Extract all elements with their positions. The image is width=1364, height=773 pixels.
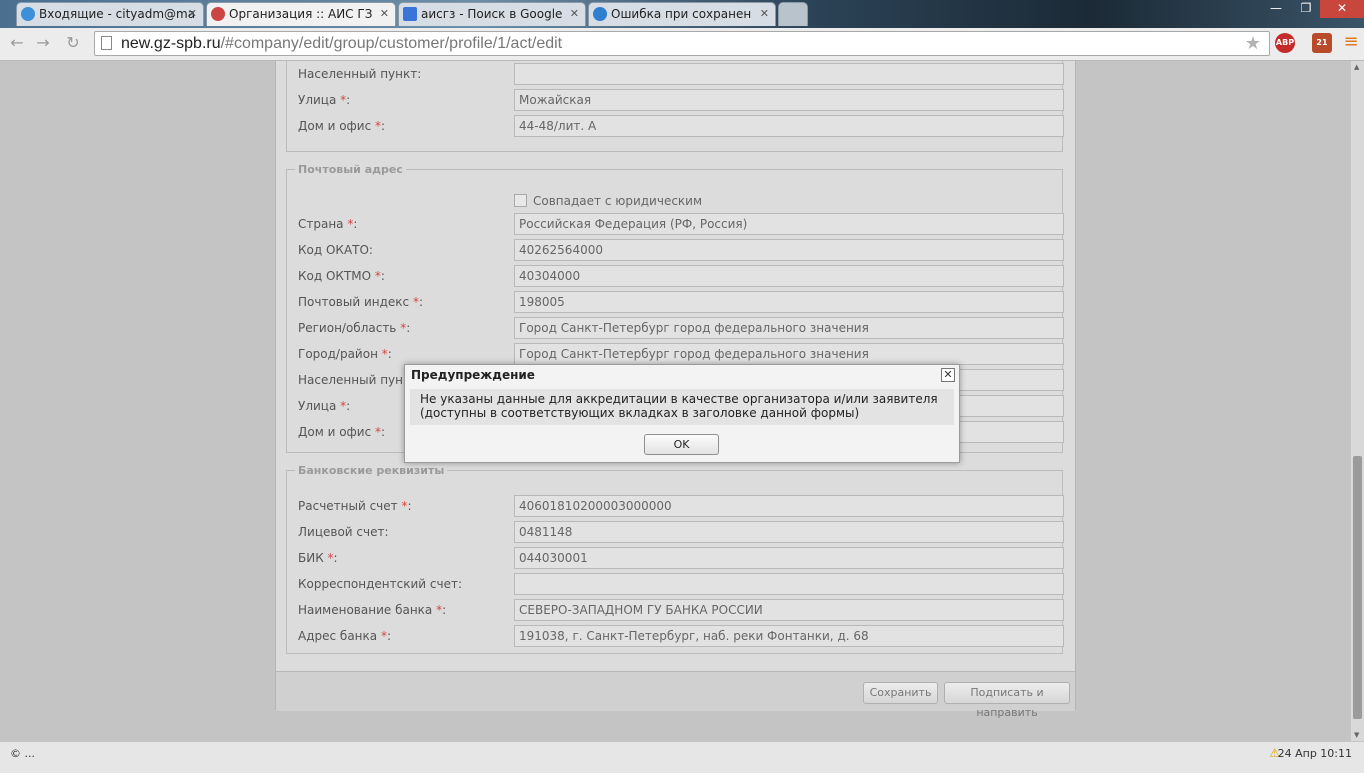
maximize-button[interactable]: ❐ [1292, 0, 1320, 18]
dialog-message: Не указаны данные для аккредитации в кач… [410, 389, 954, 425]
group-legend: Банковские реквизиты [298, 464, 445, 477]
save-button[interactable]: Сохранить [863, 682, 938, 704]
tab-save-error[interactable]: Ошибка при сохранен ✕ [588, 2, 776, 26]
checkbox-box[interactable] [514, 194, 527, 207]
reload-icon[interactable]: ↻ [62, 33, 84, 52]
browser-tab-strip: Входящие - cityadm@ma ✕ Организация :: А… [0, 0, 1364, 28]
dialog-close-icon[interactable]: ✕ [941, 368, 955, 382]
settlement-account-input[interactable]: 40601810200003000000 [514, 495, 1064, 517]
bookmark-star-icon[interactable]: ★ [1245, 33, 1261, 54]
scroll-up-icon[interactable]: ▲ [1354, 63, 1359, 71]
adblock-icon[interactable]: ABP [1275, 33, 1295, 53]
bank-address-input[interactable]: 191038, г. Санкт-Петербург, наб. реки Фо… [514, 625, 1064, 647]
status-left-text: © ... [10, 747, 35, 760]
url-path: /#company/edit/group/customer/profile/1/… [220, 35, 563, 52]
tab-title: Ошибка при сохранен [611, 7, 752, 21]
tab-close-icon[interactable]: ✕ [760, 3, 769, 25]
tab-inbox[interactable]: Входящие - cityadm@ma ✕ [16, 2, 204, 26]
postal-index-input[interactable]: 198005 [514, 291, 1064, 313]
locality-input[interactable] [514, 63, 1064, 85]
field-label: Населенный пункт: [298, 67, 422, 81]
region-input[interactable]: Город Санкт-Петербург город федерального… [514, 317, 1064, 339]
tab-title: аисгз - Поиск в Google [421, 7, 563, 21]
form-footer: Сохранить Подписать и направить [276, 671, 1075, 719]
minimize-button[interactable]: — [1262, 0, 1290, 18]
url-host: new.gz-spb.ru [121, 35, 221, 52]
tab-organization[interactable]: Организация :: АИС ГЗ ✕ [206, 2, 396, 26]
tab-google-search[interactable]: аисгз - Поиск в Google ✕ [398, 2, 586, 26]
sign-and-send-button[interactable]: Подписать и направить [944, 682, 1070, 719]
site-favicon-icon [211, 7, 225, 21]
status-bar: © ... ⚠ 24 Апр 10:11 [0, 741, 1364, 773]
tab-close-icon[interactable]: ✕ [188, 3, 197, 25]
browser-toolbar: ← → ↻ new.gz-spb.ru/#company/edit/group/… [0, 28, 1364, 61]
street-input[interactable]: Можайская [514, 89, 1064, 111]
okato-input[interactable]: 40262564000 [514, 239, 1064, 261]
field-label: Дом и офис *: [298, 119, 386, 133]
new-tab-button[interactable] [778, 2, 808, 26]
tab-close-icon[interactable]: ✕ [570, 3, 579, 25]
url-text[interactable]: new.gz-spb.ru/#company/edit/group/custom… [121, 35, 562, 53]
mail-icon [21, 7, 35, 21]
tab-title: Организация :: АИС ГЗ [229, 7, 373, 21]
dialog-title: Предупреждение [411, 368, 535, 382]
field-label: Улица *: [298, 93, 351, 107]
bank-details-group: Банковские реквизиты Расчетный счет *: 4… [286, 464, 1064, 654]
tab-close-icon[interactable]: ✕ [380, 3, 389, 25]
legal-address-group: Населенный пункт: Улица *: Можайская Дом… [286, 61, 1064, 152]
city-input[interactable]: Город Санкт-Петербург город федерального… [514, 343, 1064, 365]
bank-name-input[interactable]: СЕВЕРО-ЗАПАДНОМ ГУ БАНКА РОССИИ [514, 599, 1064, 621]
scrollbar-thumb[interactable] [1353, 456, 1362, 719]
vertical-scrollbar[interactable]: ▲ ▼ [1350, 61, 1364, 741]
ok-button[interactable]: OK [644, 434, 719, 455]
badge-extension-icon[interactable]: 21 [1312, 33, 1332, 53]
forward-arrow-icon[interactable]: → [32, 33, 54, 52]
help-icon [593, 7, 607, 21]
menu-icon[interactable]: ≡ [1340, 31, 1362, 52]
warning-dialog: Предупреждение ✕ Не указаны данные для а… [404, 364, 960, 463]
page-icon [101, 36, 112, 50]
bik-input[interactable]: 044030001 [514, 547, 1064, 569]
house-office-input[interactable]: 44-48/лит. А [514, 115, 1064, 137]
status-datetime: 24 Апр 10:11 [1277, 747, 1352, 760]
close-window-button[interactable]: ✕ [1320, 0, 1364, 18]
tab-title: Входящие - cityadm@ma [39, 7, 196, 21]
oktmo-input[interactable]: 40304000 [514, 265, 1064, 287]
correspondent-account-input[interactable] [514, 573, 1064, 595]
scroll-down-icon[interactable]: ▼ [1354, 731, 1359, 739]
group-legend: Почтовый адрес [298, 163, 403, 176]
personal-account-input[interactable]: 0481148 [514, 521, 1064, 543]
same-as-legal-checkbox[interactable]: Совпадает с юридическим [514, 194, 702, 208]
back-arrow-icon[interactable]: ← [6, 33, 28, 52]
google-icon [403, 7, 417, 21]
address-bar[interactable]: new.gz-spb.ru/#company/edit/group/custom… [94, 31, 1270, 56]
country-input[interactable]: Российская Федерация (РФ, Россия) [514, 213, 1064, 235]
